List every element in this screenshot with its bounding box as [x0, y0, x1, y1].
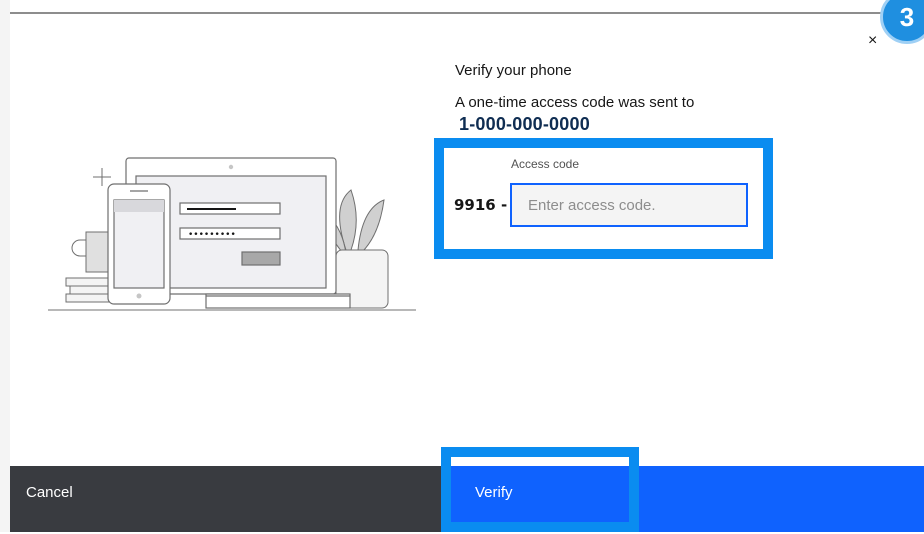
- phone-number: 1-000-000-0000: [459, 114, 590, 134]
- sparkle-icon: [93, 168, 111, 186]
- access-code-prefix: 9916 -: [454, 196, 508, 214]
- svg-text:•••••••••: •••••••••: [188, 230, 236, 240]
- access-code-label: Access code: [511, 157, 580, 171]
- verify-button-highlight: [441, 447, 639, 532]
- cancel-button[interactable]: Cancel: [10, 466, 451, 532]
- smartphone-icon: [107, 183, 171, 305]
- close-icon[interactable]: ×: [868, 33, 877, 49]
- dialog-description: A one-time access code was sent to: [455, 94, 695, 111]
- laptop-phone-login-illustration: •••••••••: [48, 157, 416, 311]
- plant-icon: [327, 189, 389, 309]
- dialog-title: Verify your phone: [455, 62, 572, 79]
- background-edge: [0, 0, 10, 532]
- access-code-input[interactable]: [510, 183, 748, 227]
